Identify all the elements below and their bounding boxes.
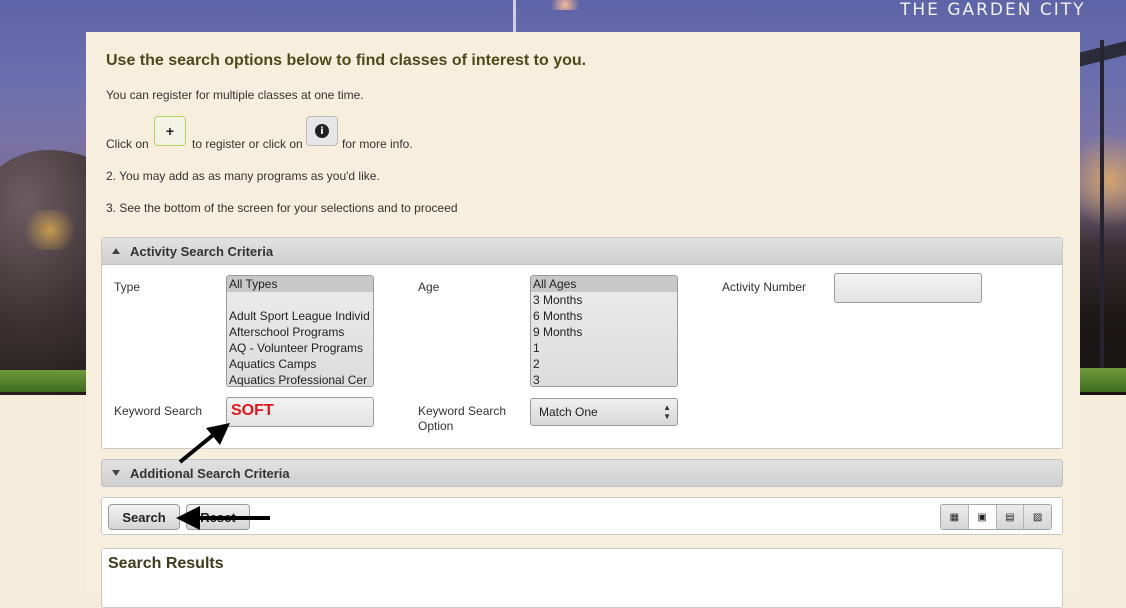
select-arrows-icon: ▲ ▼ [663, 403, 671, 421]
type-option[interactable] [227, 292, 373, 308]
search-results-title: Search Results [108, 555, 224, 572]
activity-search-header[interactable]: Activity Search Criteria [102, 238, 1062, 265]
grass-right [1080, 368, 1126, 392]
page-headline: Use the search options below to find cla… [106, 52, 587, 69]
activity-search-title: Activity Search Criteria [130, 243, 274, 259]
type-option[interactable]: Adult Sport League Individ [227, 308, 373, 324]
image-view-icon[interactable]: ▨ [1024, 505, 1051, 529]
calendar-view-icon[interactable]: ▤ [996, 505, 1025, 529]
city-lights [20, 210, 80, 250]
info-icon: i [315, 124, 329, 138]
more-info-text: for more info. [342, 137, 413, 151]
expand-triangle-icon [112, 470, 120, 476]
type-option[interactable]: Afterschool Programs [227, 324, 373, 340]
additional-search-header[interactable]: Additional Search Criteria [101, 459, 1063, 487]
brand-logo-text: THE GARDEN CITY [900, 0, 1086, 20]
annotation-arrow-search [176, 506, 270, 530]
age-option[interactable]: 2 [531, 356, 677, 372]
activity-number-input[interactable] [834, 273, 982, 303]
type-option[interactable]: AQ - Volunteer Programs [227, 340, 373, 356]
age-option[interactable]: 9 Months [531, 324, 677, 340]
plus-icon: + [165, 123, 175, 139]
keyword-search-input[interactable]: SOFT [226, 397, 374, 427]
age-option[interactable]: All Ages [531, 276, 677, 292]
keyword-option-label-line2: Option [418, 419, 454, 433]
info-button[interactable]: i [306, 116, 338, 146]
search-results-section: Search Results [101, 548, 1063, 608]
grid-view-icon[interactable]: ▦ [941, 505, 969, 529]
keyword-option-select[interactable]: Match One ▲ ▼ [530, 398, 678, 426]
add-plus-button[interactable]: + [154, 116, 186, 146]
additional-search-section: Additional Search Criteria [101, 459, 1063, 487]
age-label: Age [418, 280, 440, 294]
list-view-icon[interactable]: ▣ [968, 505, 997, 529]
activity-number-label: Activity Number [722, 280, 807, 294]
type-option[interactable]: All Types [227, 276, 373, 292]
age-listbox[interactable]: All Ages 3 Months 6 Months 9 Months 1 2 … [530, 275, 678, 387]
bridge-pillar [1100, 40, 1104, 380]
collapse-triangle-icon [112, 248, 120, 254]
age-option[interactable]: 1 [531, 340, 677, 356]
grass-left [0, 370, 86, 392]
activity-search-section: Activity Search Criteria Type All Types … [101, 237, 1063, 449]
view-toggle-group: ▦ ▣ ▤ ▨ [940, 504, 1052, 530]
type-option[interactable]: Aquatics Professional Cer [227, 372, 373, 386]
type-listbox[interactable]: All Types Adult Sport League Individ Aft… [226, 275, 374, 387]
keyword-option-label: Keyword Search [418, 404, 507, 418]
age-option[interactable]: 3 Months [531, 292, 677, 308]
intro-line-3: 3. See the bottom of the screen for your… [106, 201, 458, 215]
intro-line-2: 2. You may add as as many programs as yo… [106, 169, 380, 183]
street-lamp [545, 0, 585, 10]
click-on-text: Click on [106, 137, 149, 151]
to-register-text: to register or click on [192, 137, 303, 151]
keyword-option-value: Match One [539, 405, 598, 419]
age-option[interactable]: 3 [531, 372, 677, 386]
type-option[interactable]: Aquatics Camps [227, 356, 373, 372]
age-option[interactable]: 6 Months [531, 308, 677, 324]
annotation-arrow-keyword [178, 423, 230, 464]
type-label: Type [114, 280, 141, 294]
intro-line-1: You can register for multiple classes at… [106, 88, 364, 102]
light-pole [513, 0, 516, 32]
